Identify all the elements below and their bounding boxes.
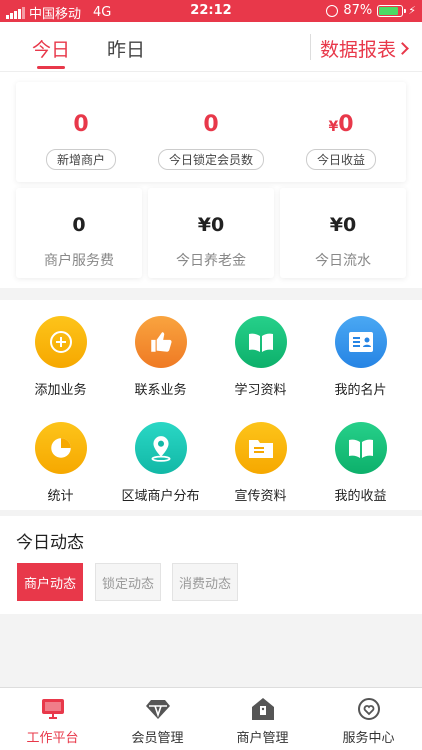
feature-label: 区域商户分布 <box>121 489 200 504</box>
heart-icon <box>316 696 421 722</box>
stat-label: 商户服务费 <box>44 253 114 269</box>
feature-my-card[interactable]: 我的名片 <box>308 316 413 398</box>
stat-value: ¥0 <box>197 214 225 236</box>
nav-work-platform[interactable]: 工作平台 <box>0 688 105 750</box>
feature-label: 统计 <box>47 489 74 504</box>
stats-section: 0 新增商户 0 今日锁定会员数 ¥0 今日收益 0 商户服务费 ¥0 今日养老… <box>0 72 422 288</box>
stat-value: 0 <box>73 112 89 137</box>
feature-add-business[interactable]: 添加业务 <box>8 316 113 398</box>
folder-icon <box>234 422 287 474</box>
section-title: 今日动态 <box>16 533 84 553</box>
filter-consumption-dynamics[interactable]: 消费动态 <box>172 563 238 601</box>
stat-label: 今日流水 <box>315 253 371 269</box>
store-icon <box>210 696 315 722</box>
stat-new-merchants[interactable]: 0 新增商户 <box>26 112 136 170</box>
nav-service-center[interactable]: 服务中心 <box>316 688 421 750</box>
plus-icon <box>34 316 87 368</box>
feature-label: 添加业务 <box>34 383 87 398</box>
nav-label: 商户管理 <box>236 731 289 746</box>
active-tab-indicator <box>37 66 65 69</box>
book-icon <box>334 422 387 474</box>
header-divider <box>310 34 311 60</box>
header-tabs: 今日 昨日 数据报表 <box>0 22 422 72</box>
pie-chart-icon <box>34 422 87 474</box>
data-report-link[interactable]: 数据报表 <box>320 35 409 62</box>
filter-merchant-dynamics[interactable]: 商户动态 <box>17 563 83 601</box>
thumbs-up-icon <box>134 316 187 368</box>
nav-label: 工作平台 <box>26 731 79 746</box>
today-dynamics-section: 今日动态 商户动态 锁定动态 消费动态 <box>0 516 422 614</box>
book-icon <box>234 316 287 368</box>
nav-member-management[interactable]: 会员管理 <box>105 688 210 750</box>
tab-yesterday[interactable]: 昨日 <box>107 35 145 62</box>
stat-today-earnings[interactable]: ¥0 今日收益 <box>286 112 396 170</box>
nav-merchant-management[interactable]: 商户管理 <box>210 688 315 750</box>
stat-label: 新增商户 <box>45 149 116 170</box>
feature-label: 宣传资料 <box>234 489 287 504</box>
stat-locked-members[interactable]: 0 今日锁定会员数 <box>151 112 271 170</box>
feature-learning-materials[interactable]: 学习资料 <box>208 316 313 398</box>
feature-label: 学习资料 <box>234 383 287 398</box>
battery-percent: 87% <box>343 3 373 18</box>
bottom-navigation: 工作平台 会员管理 商户管理 服务中心 <box>0 687 422 750</box>
feature-my-earnings[interactable]: 我的收益 <box>308 422 413 504</box>
tab-today[interactable]: 今日 <box>32 35 70 62</box>
stats-card-top: 0 新增商户 0 今日锁定会员数 ¥0 今日收益 <box>16 82 406 182</box>
stat-label: 今日锁定会员数 <box>157 149 264 170</box>
chevron-right-icon <box>396 42 409 55</box>
stat-value: 0 <box>338 112 354 137</box>
stat-value: ¥0 <box>329 214 357 236</box>
monitor-icon <box>0 696 105 722</box>
stat-value: 0 <box>203 112 219 137</box>
filter-lock-dynamics[interactable]: 锁定动态 <box>95 563 161 601</box>
nav-label: 服务中心 <box>342 731 395 746</box>
feature-label: 联系业务 <box>134 383 187 398</box>
location-pin-icon <box>134 422 187 474</box>
feature-promotional-materials[interactable]: 宣传资料 <box>208 422 313 504</box>
rotation-lock-icon <box>326 4 339 17</box>
feature-statistics[interactable]: 统计 <box>8 422 113 504</box>
nav-label: 会员管理 <box>131 731 184 746</box>
stat-label: 今日养老金 <box>176 253 246 269</box>
status-bar: 中国移动 4G 22:12 87% ⚡ <box>0 0 422 22</box>
stat-service-fee[interactable]: 0 商户服务费 <box>16 188 142 278</box>
contact-card-icon <box>334 316 387 368</box>
feature-label: 我的名片 <box>334 383 387 398</box>
data-report-label: 数据报表 <box>320 39 397 61</box>
battery-icon <box>377 4 407 17</box>
stat-value: 0 <box>72 214 86 236</box>
feature-contact-business[interactable]: 联系业务 <box>108 316 213 398</box>
feature-regional-merchants[interactable]: 区域商户分布 <box>108 422 213 504</box>
stat-turnover[interactable]: ¥0 今日流水 <box>280 188 406 278</box>
charging-icon: ⚡ <box>408 4 416 17</box>
feature-grid: 添加业务 联系业务 学习资料 我的名片 统计 区域商户分布 宣传资料 我的收益 <box>0 300 422 510</box>
stat-label: 今日收益 <box>305 149 376 170</box>
diamond-icon <box>105 696 210 722</box>
feature-label: 我的收益 <box>334 489 387 504</box>
currency-symbol: ¥ <box>328 119 339 135</box>
stat-pension[interactable]: ¥0 今日养老金 <box>148 188 274 278</box>
